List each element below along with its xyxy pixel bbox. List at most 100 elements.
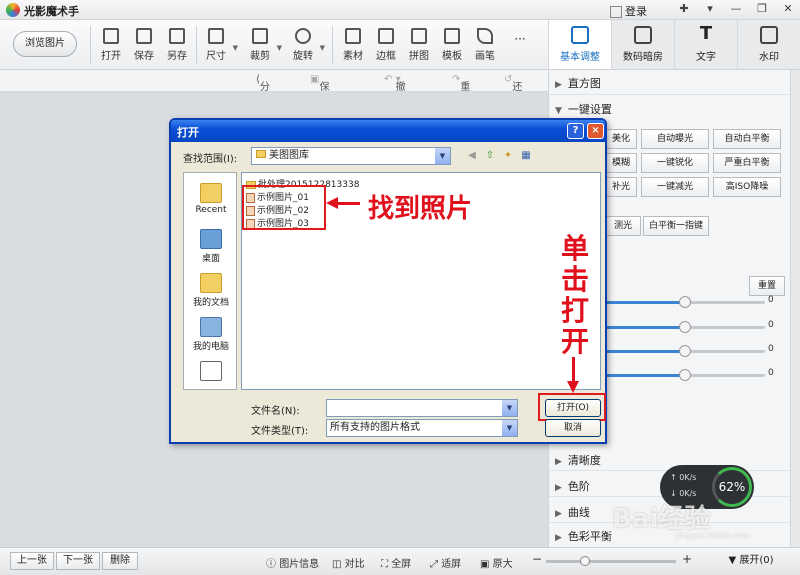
tab-digital-darkroom[interactable]: 数码暗房 bbox=[611, 20, 674, 69]
view-menu-icon[interactable]: ▦ bbox=[519, 149, 533, 163]
action-bar: ⟨ 分享 ▣ 保存动作 ↶ 撤销 ▾ ↷ 重做 ↺ 还原 bbox=[0, 70, 548, 138]
menu-icon[interactable]: ▾ bbox=[702, 2, 718, 15]
tool-material[interactable]: 素材 bbox=[337, 28, 369, 62]
new-folder-icon[interactable]: ✦ bbox=[501, 149, 515, 163]
place-my-computer[interactable]: 我的电脑 bbox=[184, 317, 238, 352]
slider-value: 0 bbox=[768, 368, 774, 378]
reset-button[interactable]: 重置 bbox=[749, 276, 785, 296]
chevron-down-icon[interactable]: ▼ bbox=[320, 44, 325, 52]
dialog-close-button[interactable]: × bbox=[587, 123, 604, 139]
tab-watermark[interactable]: 水印 bbox=[737, 20, 800, 69]
place-recent[interactable]: Recent bbox=[184, 183, 238, 215]
original-size-button[interactable]: ▣ 原大 bbox=[480, 555, 513, 570]
chevron-down-icon[interactable]: ▼ bbox=[435, 148, 450, 164]
redo-button[interactable]: ↷ 重做 bbox=[452, 74, 470, 108]
button-fill-light[interactable]: 补光 bbox=[605, 177, 637, 197]
login-link[interactable]: 登录 bbox=[610, 3, 647, 19]
zoom-slider[interactable] bbox=[546, 556, 676, 566]
button-auto-exposure[interactable]: 自动曝光 bbox=[641, 129, 709, 149]
slider-knob[interactable] bbox=[679, 345, 691, 357]
more-tools-button[interactable]: ··· bbox=[504, 32, 536, 46]
slider-knob[interactable] bbox=[679, 369, 691, 381]
recent-folder-icon bbox=[200, 183, 222, 203]
tool-rotate[interactable]: 旋转 ▼ bbox=[287, 28, 325, 62]
place-desktop[interactable]: 桌面 bbox=[184, 229, 238, 264]
undo-button[interactable]: ↶ 撤销 ▾ bbox=[384, 74, 406, 108]
button-sharpen[interactable]: 一键锐化 bbox=[641, 153, 709, 173]
chevron-down-icon[interactable]: ▼ bbox=[502, 420, 517, 436]
help-button[interactable]: ? bbox=[567, 123, 584, 139]
maximize-icon[interactable]: ❐ bbox=[754, 2, 770, 15]
chevron-down-icon[interactable]: ▼ bbox=[233, 44, 238, 52]
compare-button[interactable]: ◫ 对比 bbox=[332, 555, 365, 570]
button-strong-white-balance[interactable]: 严重白平衡 bbox=[713, 153, 781, 173]
app-logo-icon bbox=[6, 3, 20, 17]
cancel-button[interactable]: 取消 bbox=[545, 419, 601, 437]
zoom-in-button[interactable]: + bbox=[682, 552, 692, 566]
section-histogram[interactable]: ▶ 直方图 bbox=[549, 75, 800, 91]
close-icon[interactable]: ✕ bbox=[780, 2, 796, 15]
browse-images-button[interactable]: 浏览图片 bbox=[13, 31, 77, 57]
button-auto-white-balance[interactable]: 自动白平衡 bbox=[713, 129, 781, 149]
section-one-click[interactable]: ▼ 一键设置 bbox=[549, 101, 800, 117]
place-my-documents[interactable]: 我的文档 bbox=[184, 273, 238, 308]
button-reduce-light[interactable]: 一键减光 bbox=[641, 177, 709, 197]
skin-icon[interactable]: ✚ bbox=[676, 2, 692, 15]
rotate-icon bbox=[295, 28, 311, 44]
slider-1[interactable] bbox=[605, 296, 765, 308]
tool-template[interactable]: 模板 bbox=[436, 28, 468, 62]
expand-button[interactable]: ▼ 展开(0) bbox=[708, 551, 794, 571]
share-button[interactable]: ⟨ 分享 bbox=[256, 74, 270, 108]
login-icon bbox=[610, 6, 622, 18]
chevron-down-icon[interactable]: ▼ bbox=[502, 400, 517, 416]
tool-brush[interactable]: 画笔 bbox=[469, 28, 501, 62]
minimize-icon[interactable]: — bbox=[728, 2, 744, 15]
slider-4[interactable] bbox=[605, 369, 765, 381]
slider-fill bbox=[605, 301, 685, 304]
toolbar-divider bbox=[332, 26, 333, 64]
next-image-button[interactable]: 下一张 bbox=[56, 552, 100, 570]
up-folder-icon[interactable]: ⇧ bbox=[483, 149, 497, 163]
slider-knob[interactable] bbox=[679, 296, 691, 308]
button-blur[interactable]: 模糊 bbox=[605, 153, 637, 173]
filename-input[interactable]: ▼ bbox=[326, 399, 518, 417]
button-white-balance-one-click[interactable]: 白平衡一指键 bbox=[643, 216, 709, 236]
button-beautify[interactable]: 美化 bbox=[605, 129, 637, 149]
zoom-slider-knob[interactable] bbox=[580, 556, 590, 566]
button-high-iso-denoise[interactable]: 高ISO降噪 bbox=[713, 177, 781, 197]
tab-basic-adjust[interactable]: 基本调整 bbox=[548, 20, 611, 69]
open-icon bbox=[103, 28, 119, 44]
tool-save[interactable]: 保存 bbox=[128, 28, 160, 62]
zoom-out-button[interactable]: − bbox=[532, 552, 542, 566]
star-icon bbox=[345, 28, 361, 44]
panel-scrollbar[interactable] bbox=[790, 70, 800, 547]
tab-text[interactable]: T 文字 bbox=[674, 20, 737, 69]
chevron-down-icon[interactable]: ▼ bbox=[277, 44, 282, 52]
back-icon[interactable]: ◀ bbox=[465, 149, 479, 163]
slider-fill bbox=[605, 374, 685, 377]
tool-border[interactable]: 边框 bbox=[370, 28, 402, 62]
tool-open[interactable]: 打开 bbox=[95, 28, 127, 62]
delete-button[interactable]: 删除 bbox=[102, 552, 138, 570]
slider-3[interactable] bbox=[605, 345, 765, 357]
tool-size[interactable]: 尺寸 ▼ bbox=[200, 28, 238, 62]
prev-image-button[interactable]: 上一张 bbox=[10, 552, 54, 570]
restore-button[interactable]: ↺ 还原 bbox=[504, 74, 522, 108]
tool-save-as[interactable]: 另存 bbox=[161, 28, 193, 62]
place-network[interactable] bbox=[184, 361, 238, 383]
button-metering[interactable]: 测光 bbox=[605, 216, 641, 236]
image-info-button[interactable]: ⓘ 图片信息 bbox=[266, 555, 319, 570]
tool-collage[interactable]: 拼图 bbox=[403, 28, 435, 62]
slider-fill bbox=[605, 350, 685, 353]
tool-crop[interactable]: 裁剪 ▼ bbox=[244, 28, 282, 62]
fit-screen-button[interactable]: ⤢ 适屏 bbox=[430, 555, 461, 570]
network-icon bbox=[200, 361, 222, 381]
fullscreen-button[interactable]: ⛶ 全屏 bbox=[381, 555, 411, 570]
filetype-select[interactable]: 所有支持的图片格式 ▼ bbox=[326, 419, 518, 437]
save-action-button[interactable]: ▣ 保存动作 bbox=[310, 74, 329, 138]
collage-icon bbox=[411, 28, 427, 44]
slider-knob[interactable] bbox=[679, 321, 691, 333]
slider-2[interactable] bbox=[605, 321, 765, 333]
dialog-nav: ◀ ⇧ ✦ ▦ bbox=[465, 149, 533, 163]
look-in-select[interactable]: 美图图库 ▼ bbox=[251, 147, 451, 165]
